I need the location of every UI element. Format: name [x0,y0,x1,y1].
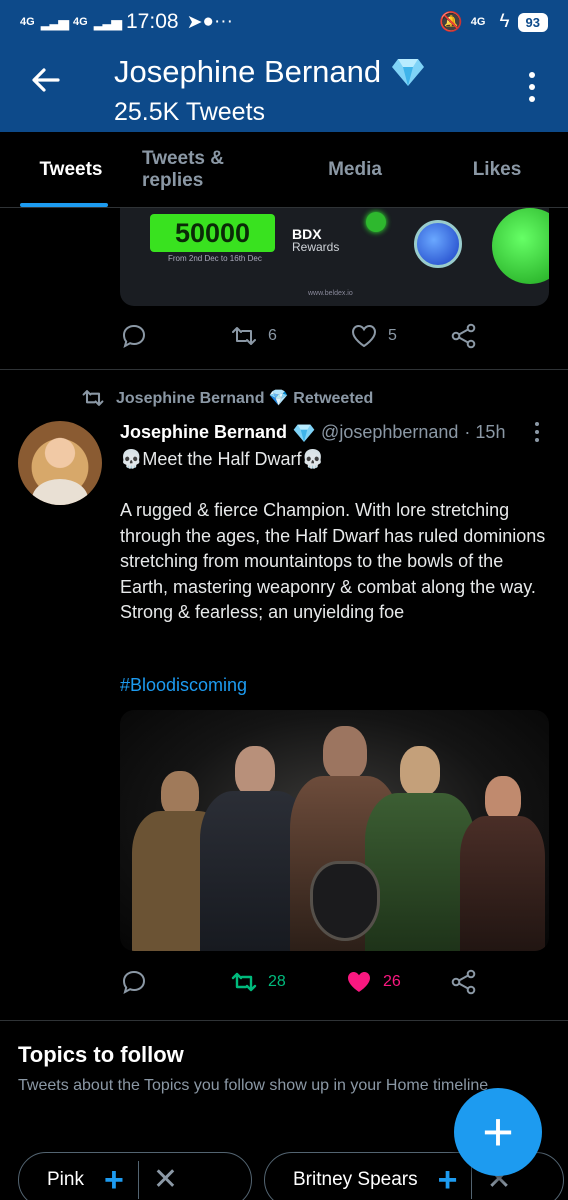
retweeted-indicator: Josephine Bernand 💎 Retweeted [80,386,373,410]
reply-icon [122,324,146,349]
like-count: 5 [388,327,397,344]
retweet-count: 6 [268,327,277,344]
heart-icon [351,324,377,348]
coin-green-icon [492,208,549,284]
shield-decoration [310,861,380,941]
retweet-icon [232,327,256,345]
like-button[interactable]: 5 [350,322,450,350]
topic-label: Britney Spears [293,1169,418,1190]
diamond-icon [392,59,425,86]
promo-rewards: Rewards [292,240,340,254]
retweeted-label: Josephine Bernand 💎 Retweeted [116,390,374,407]
like-button[interactable]: 26 [345,968,450,996]
more-notifications-icon: ··· [213,11,233,32]
hashtag-link[interactable]: #Bloodiscoming [120,675,247,696]
retweet-icon [82,390,104,406]
tweet-count: 25.5K Tweets [114,98,266,126]
topics-title: Topics to follow [18,1042,184,1067]
chip-divider [137,1161,139,1199]
status-bar: 4G ▂▃▅ 4G ▂▃▅ 17:08 ➤ ● ··· 🔕 4G ϟ 93 [0,0,568,44]
divider [0,1020,568,1021]
topics-description: Tweets about the Topics you follow show … [18,1077,489,1094]
reply-button[interactable] [120,968,230,996]
coin-small-icon [366,212,386,232]
compose-tweet-button[interactable]: + [454,1088,542,1176]
follow-plus-icon[interactable]: + [438,1163,458,1197]
tweet-media-promo[interactable]: 50000 BDX Rewards From 2nd Dec to 16th D… [120,208,549,306]
retweet-button[interactable]: 28 [230,968,345,996]
share-button[interactable] [450,968,478,996]
tweet-actions: 6 5 [120,322,500,350]
retweet-button[interactable]: 6 [230,322,350,350]
tweet-body: A rugged & fierce Champion. With lore st… [120,500,546,622]
more-options-icon[interactable] [528,72,536,106]
mute-icon: 🔕 [439,12,463,33]
figure-4 [365,746,475,951]
tab-tweets-replies[interactable]: Tweets & replies [142,132,284,207]
profile-tabs: Tweets Tweets & replies Media Likes [0,132,568,208]
page-title: Josephine Bernand [114,54,425,90]
tweet-menu-icon[interactable] [534,422,540,444]
share-icon [451,969,476,995]
avatar[interactable] [18,421,102,505]
like-count: 26 [383,973,401,990]
retweet-icon [231,972,257,992]
tab-likes[interactable]: Likes [426,132,568,207]
network-indicator: 4G [20,15,35,28]
chat-icon: ● [202,11,214,32]
dismiss-x-icon[interactable]: ✕ [153,1165,178,1195]
topic-label: Pink [47,1169,84,1190]
clock: 17:08 [126,10,179,33]
tweet-headline: 💀Meet the Half Dwarf💀 [120,449,324,469]
network-indicator-right: 4G [470,15,486,28]
back-arrow-icon[interactable] [28,62,64,98]
tab-media[interactable]: Media [284,132,426,207]
share-button[interactable] [450,322,478,350]
signal-icon: ▂▃▅ [40,13,69,30]
divider [0,369,568,370]
topic-chip-pink[interactable]: Pink + ✕ [18,1152,252,1200]
promo-amount: 50000 [150,214,275,252]
charging-icon: ϟ [499,11,510,32]
promo-dates: From 2nd Dec to 16th Dec [168,254,262,263]
profile-name: Josephine Bernand [114,54,382,89]
battery-indicator: 93 [517,12,548,32]
promo-url: www.beldex.io [308,290,353,297]
tab-tweets[interactable]: Tweets [0,132,142,207]
retweet-count: 28 [268,973,286,990]
tweet-author[interactable]: Josephine Bernand @josephbernand · 15h [120,422,505,443]
heart-icon [348,972,370,992]
follow-plus-icon[interactable]: + [104,1163,124,1197]
tweet-image[interactable] [120,710,549,951]
network-indicator-2: 4G [73,15,88,28]
reply-icon [122,970,146,995]
reply-button[interactable] [120,322,230,350]
share-icon [451,323,476,349]
profile-header: Josephine Bernand 25.5K Tweets [0,44,568,132]
author-handle: @josephbernand [321,422,459,442]
plus-icon: + [482,1102,514,1162]
tweet-time: · 15h [464,422,506,442]
signal-icon-2: ▂▃▅ [93,13,122,30]
tweet-actions: 28 26 [120,968,500,996]
author-name: Josephine Bernand [120,422,288,442]
diamond-icon [293,424,315,442]
telegram-icon: ➤ [186,11,203,33]
figure-5 [460,776,545,951]
coin-blue-icon [414,220,462,268]
